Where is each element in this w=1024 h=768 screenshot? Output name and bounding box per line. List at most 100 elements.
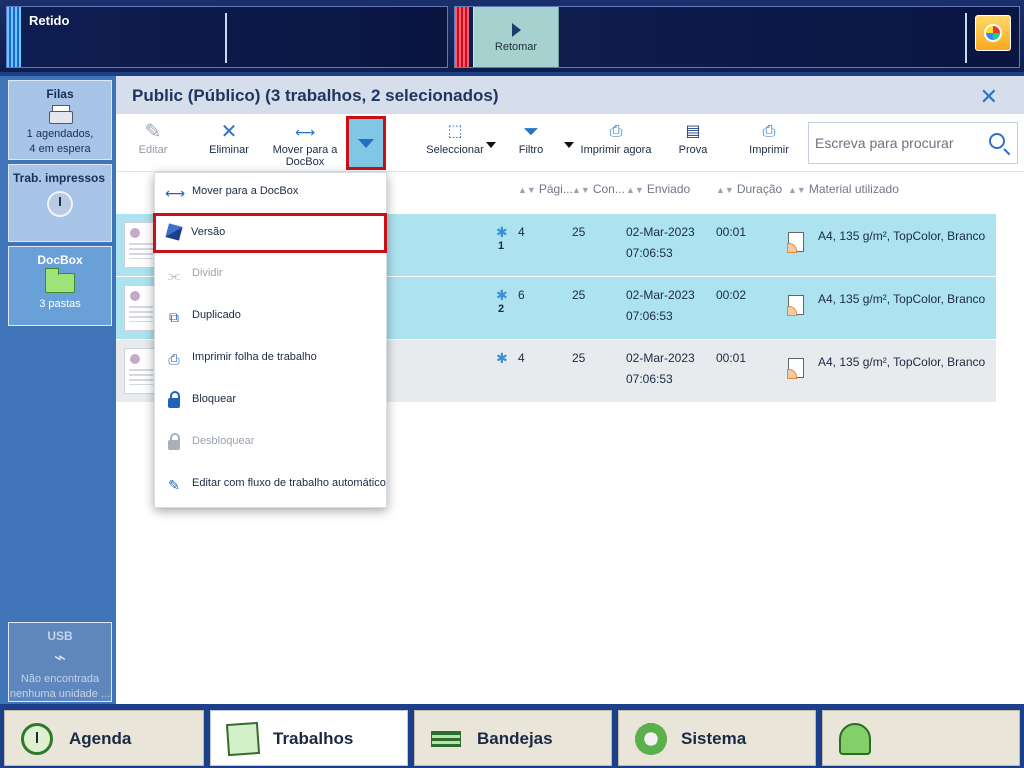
play-icon bbox=[511, 23, 521, 37]
sidebar-item-usb[interactable]: USB ⌁ Não encontrada nenhuma unidade ... bbox=[8, 622, 112, 702]
filter-caret-icon[interactable] bbox=[564, 142, 574, 148]
sidebar-item-docbox[interactable]: DocBox 3 pastas bbox=[8, 246, 112, 326]
filas-title: Filas bbox=[46, 87, 74, 101]
print-now-button[interactable]: ⎙ Imprimir agora bbox=[580, 120, 652, 170]
menu-item-unlock[interactable]: Desbloquear bbox=[155, 423, 386, 463]
move-arrows-icon: ⟷ bbox=[165, 185, 186, 201]
status-divider bbox=[225, 13, 227, 63]
column-header-duration[interactable]: ▲▼ Duração bbox=[716, 182, 782, 196]
select-label: Seleccionar bbox=[426, 144, 484, 156]
print-now-label: Imprimir agora bbox=[580, 144, 652, 156]
tab-system[interactable]: Sistema bbox=[618, 710, 816, 766]
jobs-document-icon bbox=[225, 721, 261, 757]
menu-item-version[interactable]: Versão bbox=[153, 213, 387, 253]
dial-shape bbox=[984, 24, 1002, 42]
trays-label: Bandejas bbox=[477, 729, 553, 748]
sent-header-label: Enviado bbox=[646, 182, 691, 196]
duration-header-label: Duração bbox=[736, 182, 783, 196]
asterisk-icon: ✱ bbox=[496, 224, 508, 240]
job-badge: 2 bbox=[498, 303, 505, 315]
sort-icon: ▲▼ bbox=[518, 185, 536, 195]
user-key-icon bbox=[839, 723, 871, 755]
pages-cell: 4 bbox=[518, 225, 525, 239]
sidebar-item-filas[interactable]: Filas 1 agendados, 4 em espera bbox=[8, 80, 112, 160]
gears-icon bbox=[635, 723, 667, 755]
menu-item-auto-workflow[interactable]: ✎ Editar com fluxo de trabalho automátic… bbox=[155, 465, 386, 505]
menu-item-move-to-docbox[interactable]: ⟷ Mover para a DocBox bbox=[155, 173, 386, 213]
tab-agenda[interactable]: Agenda bbox=[4, 710, 204, 766]
resume-button[interactable]: Retomar bbox=[473, 7, 559, 67]
status-stripe bbox=[7, 7, 21, 67]
status-divider-right bbox=[965, 13, 967, 63]
edit-label: Editar bbox=[138, 144, 168, 156]
job-thumbnail bbox=[124, 348, 158, 394]
select-caret-icon[interactable] bbox=[486, 142, 496, 148]
proof-button[interactable]: ▤ Prova bbox=[658, 120, 728, 170]
sidebar-item-printed-jobs[interactable]: Trab. impressos bbox=[8, 164, 112, 242]
search-input[interactable] bbox=[815, 133, 979, 153]
move-label-2: DocBox bbox=[285, 156, 325, 168]
printed-jobs-title: Trab. impressos bbox=[13, 171, 106, 185]
menu-item-label: Mover para a DocBox bbox=[192, 185, 299, 197]
usb-status-1: Não encontrada bbox=[20, 673, 100, 685]
paper-tray-icon bbox=[431, 731, 461, 747]
column-header-media[interactable]: ▲▼ Material utilizado bbox=[788, 182, 899, 196]
split-icon: ⫘ bbox=[167, 267, 181, 283]
duration-cell: 00:01 bbox=[716, 351, 747, 365]
column-header-copies[interactable]: ▲▼ Con... bbox=[572, 182, 625, 196]
search-icon[interactable] bbox=[989, 133, 1005, 149]
system-label: Sistema bbox=[681, 729, 747, 748]
job-status-panel: Retomar bbox=[454, 6, 1020, 68]
sidebar: Filas 1 agendados, 4 em espera Trab. imp… bbox=[0, 76, 116, 704]
alert-stripe bbox=[455, 7, 469, 67]
sort-icon: ▲▼ bbox=[572, 185, 590, 195]
menu-item-duplicate[interactable]: ⧉ Duplicado bbox=[155, 297, 386, 337]
menu-item-label: Versão bbox=[191, 226, 226, 238]
column-header-sent[interactable]: ▲▼ Enviado bbox=[626, 182, 690, 196]
menu-item-lock[interactable]: Bloquear bbox=[155, 381, 386, 421]
color-dial-icon[interactable] bbox=[975, 15, 1011, 51]
filas-scheduled: 1 agendados, bbox=[26, 128, 94, 140]
search-field[interactable] bbox=[808, 122, 1018, 164]
selection-icon: ⬚ bbox=[447, 123, 463, 140]
print-button[interactable]: ⎙ Imprimir bbox=[734, 120, 804, 170]
duplicate-icon: ⧉ bbox=[169, 309, 179, 325]
more-actions-dropdown-button[interactable] bbox=[346, 116, 386, 170]
chevron-down-icon bbox=[358, 139, 374, 148]
delete-label: Eliminar bbox=[209, 144, 249, 156]
duration-cell: 00:02 bbox=[716, 288, 747, 302]
media-cell: A4, 135 g/m², TopColor, Branco bbox=[818, 292, 986, 306]
media-cell: A4, 135 g/m², TopColor, Branco bbox=[818, 229, 986, 243]
page-title: Public (Público) (3 trabalhos, 2 selecio… bbox=[132, 86, 499, 105]
docbox-title: DocBox bbox=[37, 253, 83, 267]
folder-icon bbox=[45, 268, 75, 293]
pages-header-label: Pági... bbox=[538, 182, 573, 196]
edit-button[interactable]: ✎ Editar bbox=[118, 120, 188, 170]
move-to-docbox-button[interactable]: ⟷ Mover para a DocBox bbox=[270, 120, 340, 170]
sort-icon: ▲▼ bbox=[626, 185, 644, 195]
select-button[interactable]: ⬚ Seleccionar bbox=[420, 120, 490, 170]
printer-icon bbox=[49, 105, 73, 125]
tab-user[interactable] bbox=[822, 710, 1020, 766]
sent-date-cell: 02-Mar-2023 bbox=[626, 288, 695, 302]
media-cell: A4, 135 g/m², TopColor, Branco bbox=[818, 355, 986, 369]
sort-icon: ▲▼ bbox=[788, 185, 806, 195]
resume-label: Retomar bbox=[494, 41, 538, 53]
sent-time-cell: 07:06:53 bbox=[626, 309, 673, 323]
history-clock-icon bbox=[47, 191, 73, 217]
asterisk-icon: ✱ bbox=[496, 350, 508, 366]
menu-item-print-worksheet[interactable]: ⎙ Imprimir folha de trabalho bbox=[155, 339, 386, 379]
printer-status-panel[interactable]: Retido bbox=[6, 6, 448, 68]
delete-button[interactable]: ✕ Eliminar bbox=[194, 120, 264, 170]
tab-jobs[interactable]: Trabalhos bbox=[210, 710, 408, 766]
lock-icon bbox=[165, 391, 183, 410]
close-icon[interactable]: ✕ bbox=[980, 84, 998, 110]
menu-item-label: Dividir bbox=[192, 267, 223, 279]
menu-item-split[interactable]: ⫘ Dividir bbox=[155, 255, 386, 295]
filter-button[interactable]: ⏷ Filtro bbox=[496, 120, 566, 170]
more-actions-menu: ⟷ Mover para a DocBox Versão ⫘ Dividir ⧉… bbox=[153, 172, 387, 508]
job-thumbnail bbox=[124, 285, 158, 331]
agenda-label: Agenda bbox=[69, 729, 132, 748]
tab-trays[interactable]: Bandejas bbox=[414, 710, 612, 766]
column-header-pages[interactable]: ▲▼ Pági... bbox=[518, 182, 573, 196]
